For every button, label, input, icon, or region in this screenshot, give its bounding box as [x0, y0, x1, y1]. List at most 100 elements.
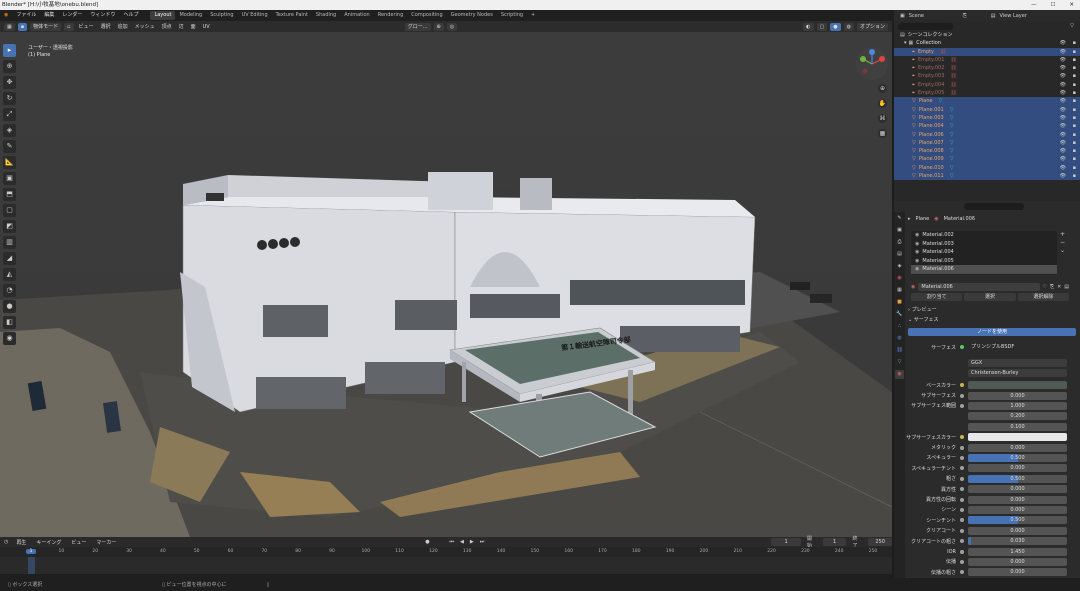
outliner-scene-collection[interactable]: ▤ シーンコレクション	[894, 31, 1080, 39]
menu-mesh[interactable]: メッシュ	[133, 23, 157, 30]
modifier-tab-icon[interactable]: 🔧	[895, 310, 904, 319]
outliner-row[interactable]: ▽ Plane.006 ▽ 👁 ▪	[894, 130, 1080, 139]
mesh-data-icon[interactable]: ▽	[950, 114, 954, 122]
physics-tab-icon[interactable]: ◍	[895, 334, 904, 343]
number-slider[interactable]: 0.000	[968, 391, 1067, 400]
data-tab-icon[interactable]: ▽	[895, 358, 904, 367]
rotate-icon[interactable]: ↻	[3, 92, 16, 105]
add-cube-icon[interactable]: ▣	[3, 172, 16, 185]
3d-viewport[interactable]	[0, 32, 892, 537]
render-camera-icon[interactable]: ▪	[1073, 39, 1076, 47]
transform-orientation-selector[interactable]: グロー...	[404, 22, 431, 31]
socket-dot[interactable]	[960, 445, 964, 450]
deselect-button[interactable]: 選択解除	[1017, 293, 1069, 301]
constraint-icon[interactable]: ⛓	[950, 72, 956, 80]
collection-tab-icon[interactable]: ▦	[895, 286, 904, 295]
tab-animation[interactable]: Animation	[340, 11, 374, 20]
menu-file[interactable]: ファイル	[12, 10, 40, 21]
menu-add[interactable]: 追加	[116, 23, 130, 30]
visibility-eye-icon[interactable]: 👁	[1060, 147, 1066, 155]
camera-view-icon[interactable]: ⌘	[878, 114, 887, 123]
timeline-editor-icon[interactable]: ◷	[4, 539, 8, 545]
menu-help[interactable]: ヘルプ	[119, 10, 142, 21]
socket-dot[interactable]	[960, 476, 964, 481]
visibility-eye-icon[interactable]: 👁	[1060, 48, 1066, 56]
constraint-icon[interactable]: ⛓	[950, 81, 956, 89]
slot-specials-icon[interactable]: ⌄	[1060, 247, 1065, 255]
menu-timeline-view[interactable]: ビュー	[69, 539, 88, 546]
render-camera-icon[interactable]: ▪	[1073, 172, 1076, 180]
distribution-selector[interactable]: GGX	[968, 359, 1067, 368]
visibility-eye-icon[interactable]: 👁	[1060, 172, 1066, 180]
play-reverse-icon[interactable]: ◀	[460, 539, 464, 545]
visibility-eye-icon[interactable]: 👁	[1060, 131, 1066, 139]
socket-dot[interactable]	[960, 403, 964, 408]
socket-dot[interactable]	[960, 383, 964, 388]
outliner-row[interactable]: ▽ Plane.010 ▽ 👁 ▪	[894, 163, 1080, 173]
visibility-eye-icon[interactable]: 👁	[1060, 39, 1066, 47]
shading-material-icon[interactable]: ◍	[843, 22, 854, 31]
tab-modeling[interactable]: Modeling	[175, 11, 206, 20]
pin-icon[interactable]: ▸	[908, 216, 911, 222]
assign-button[interactable]: 割り当て	[911, 293, 963, 301]
number-slider[interactable]: 0.000	[968, 568, 1067, 577]
view-layer-tab-icon[interactable]: ▤	[895, 250, 904, 259]
shading-solid-icon[interactable]: ●	[830, 22, 841, 31]
edge-slide-icon[interactable]: ◧	[3, 316, 16, 329]
select-box-icon[interactable]: ▸	[3, 44, 16, 57]
render-camera-icon[interactable]: ▪	[1073, 139, 1076, 147]
filter-search-input[interactable]	[898, 22, 953, 30]
particles-tab-icon[interactable]: ∴	[895, 322, 904, 331]
outliner-collection[interactable]: ▾ ▦ Collection 👁 ▪	[894, 39, 1080, 47]
visibility-eye-icon[interactable]: 👁	[1060, 139, 1066, 147]
select-mode-edge[interactable]: ▫	[64, 22, 74, 31]
spin-icon[interactable]: ◔	[3, 284, 16, 297]
close-icon[interactable]: ✕	[1069, 0, 1074, 10]
socket-dot[interactable]	[960, 393, 964, 398]
overlay-icon[interactable]: ◐	[803, 22, 814, 31]
number-slider[interactable]: 0.030	[968, 537, 1067, 546]
render-camera-icon[interactable]: ▪	[1073, 147, 1076, 155]
render-tab-icon[interactable]: ▣	[895, 226, 904, 235]
render-camera-icon[interactable]: ▪	[1073, 97, 1076, 105]
move-icon[interactable]: ✥	[3, 76, 16, 89]
visibility-eye-icon[interactable]: 👁	[1060, 164, 1066, 172]
menu-keying[interactable]: キーイング	[34, 539, 63, 546]
view-layer-selector[interactable]: View Layer	[999, 13, 1026, 19]
mesh-data-icon[interactable]: ▽	[939, 97, 943, 105]
surface-shader-selector[interactable]: プリンシプルBSDF	[968, 343, 1067, 352]
annotate-icon[interactable]: ✎	[3, 140, 16, 153]
jump-end-icon[interactable]: ⏭	[480, 539, 485, 545]
shrink-icon[interactable]: ◉	[3, 332, 16, 345]
socket-dot[interactable]	[960, 497, 964, 502]
mesh-data-icon[interactable]: ▽	[950, 139, 954, 147]
options-button[interactable]: オプション	[856, 22, 888, 31]
number-slider[interactable]: 0.500	[968, 474, 1067, 483]
material-slot-item[interactable]: ◉ Material.006	[911, 265, 1057, 274]
outliner-row[interactable]: ▽ Plane.004 ▽ 👁 ▪	[894, 122, 1080, 131]
material-slot-item[interactable]: ◉ Material.002	[911, 231, 1057, 240]
world-tab-icon[interactable]: ◉	[895, 274, 904, 283]
outliner-row[interactable]: ⌖ Empty ⛓ 👁 ▪	[894, 47, 1080, 56]
outliner-row[interactable]: ▽ Plane.007 ▽ 👁 ▪	[894, 138, 1080, 148]
number-slider[interactable]: 0.500	[968, 516, 1067, 525]
material-slot-item[interactable]: ◉ Material.005	[911, 257, 1057, 266]
socket-dot[interactable]	[960, 435, 964, 440]
play-icon[interactable]: ▶	[470, 539, 474, 545]
visibility-eye-icon[interactable]: 👁	[1060, 155, 1066, 163]
tab-texture-paint[interactable]: Texture Paint	[272, 11, 312, 20]
knife-icon[interactable]: ◢	[3, 252, 16, 265]
render-camera-icon[interactable]: ▪	[1073, 81, 1076, 89]
menu-edit[interactable]: 編集	[40, 10, 58, 21]
render-camera-icon[interactable]: ▪	[1073, 131, 1076, 139]
menu-vertex[interactable]: 頂点	[160, 23, 174, 30]
menu-view[interactable]: ビュー	[77, 23, 96, 30]
mesh-data-icon[interactable]: ▽	[950, 164, 954, 172]
menu-playback[interactable]: 再生	[14, 539, 28, 546]
render-camera-icon[interactable]: ▪	[1073, 164, 1076, 172]
constraint-icon[interactable]: ⛓	[950, 64, 956, 72]
mesh-data-icon[interactable]: ▽	[950, 147, 954, 155]
filter-icon[interactable]: ▽	[1070, 23, 1074, 29]
tab-scripting[interactable]: Scripting	[497, 11, 527, 20]
number-slider[interactable]: 0.000	[968, 464, 1067, 473]
